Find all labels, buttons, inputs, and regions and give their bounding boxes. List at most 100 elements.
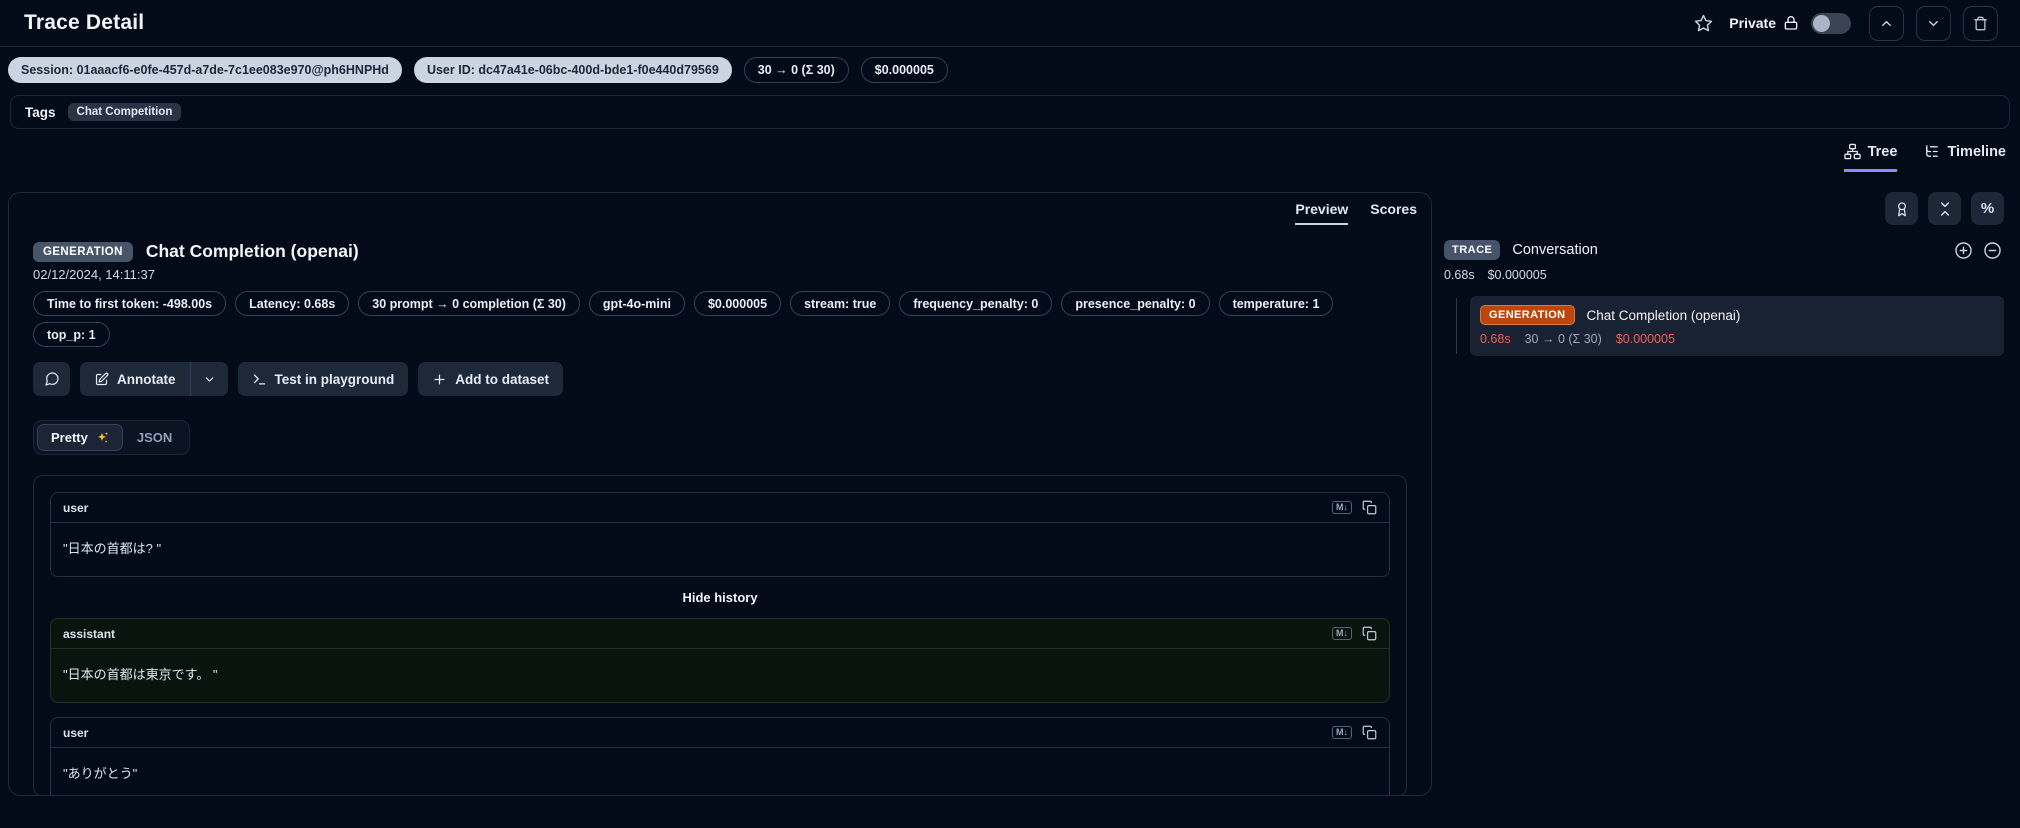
generation-latency: 0.68s — [1480, 332, 1511, 346]
trace-name: Conversation — [1512, 242, 1598, 258]
add-to-dataset-button[interactable]: Add to dataset — [418, 362, 564, 396]
markdown-icon[interactable]: M↓ — [1332, 627, 1352, 640]
annotate-label: Annotate — [117, 371, 176, 387]
minus-circle-icon — [1984, 241, 2001, 259]
page-title: Trace Detail — [24, 11, 145, 34]
copy-icon[interactable] — [1362, 626, 1377, 641]
message-header: user M↓ — [51, 493, 1389, 523]
observation-badges-row-1: Time to first token: -498.00s Latency: 0… — [33, 291, 1407, 316]
generation-cost: $0.000005 — [1615, 332, 1675, 346]
toggle-knob — [1813, 14, 1830, 32]
tab-scores[interactable]: Scores — [1370, 201, 1417, 225]
toggle-metrics-button[interactable]: % — [1971, 192, 2004, 225]
annotate-dropdown-button[interactable] — [190, 362, 228, 396]
hide-history-button[interactable]: Hide history — [50, 590, 1390, 605]
top-p-badge: top_p: 1 — [33, 322, 110, 347]
markdown-icon[interactable]: M↓ — [1332, 501, 1352, 514]
generation-node[interactable]: GENERATION Chat Completion (openai) 0.68… — [1470, 296, 2004, 356]
user-id-badge[interactable]: User ID: dc47a41e-06bc-400d-bde1-f0e440d… — [413, 57, 732, 83]
observation-timestamp: 02/12/2024, 14:11:37 — [33, 267, 155, 282]
model-badge[interactable]: gpt-4o-mini — [588, 291, 685, 316]
tags-label: Tags — [25, 104, 56, 120]
sparkles-icon — [97, 431, 108, 443]
observation-type-badge: GENERATION — [33, 241, 133, 262]
tab-tree-label: Tree — [1867, 143, 1898, 160]
lock-icon — [1784, 16, 1798, 30]
tree-toolbar: % — [1444, 192, 2004, 225]
cost-badge: $0.000005 — [693, 291, 782, 316]
session-badge[interactable]: Session: 01aaacf6-e0fe-457d-a7de-7c1ee08… — [8, 57, 402, 83]
message-role: user — [63, 500, 89, 515]
actions-row: Annotate Test in playground Add to datas… — [33, 362, 1407, 396]
latency-badge: Latency: 0.68s — [235, 291, 350, 316]
tag-chat-competition[interactable]: Chat Competition — [67, 103, 182, 121]
tab-timeline[interactable]: Timeline — [1923, 143, 2006, 172]
expand-all-button[interactable] — [1954, 241, 1973, 260]
trace-cost: $0.000005 — [1487, 268, 1547, 282]
collapse-vertical-icon — [1940, 201, 1949, 216]
trace-root-row[interactable]: TRACE Conversation — [1444, 240, 2004, 260]
previous-trace-button[interactable] — [1869, 5, 1904, 41]
award-icon — [1897, 201, 1906, 216]
timeline-icon — [1926, 145, 1939, 157]
plus-circle-icon — [1955, 241, 1972, 259]
annotate-button[interactable]: Annotate — [80, 362, 190, 396]
message-header: user M↓ — [51, 718, 1389, 748]
chevron-down-icon — [1929, 20, 1938, 26]
chevron-down-icon — [205, 376, 213, 382]
collapse-all-button[interactable] — [1928, 192, 1961, 225]
json-label: JSON — [136, 430, 173, 445]
presence-penalty-badge: presence_penalty: 0 — [1061, 291, 1210, 316]
message-assistant: assistant M↓ "日本の首都は東京です。 " — [50, 618, 1390, 703]
playground-label: Test in playground — [274, 371, 395, 387]
trace-latency: 0.68s — [1444, 268, 1475, 282]
format-json-tab[interactable]: JSON — [123, 424, 186, 451]
copy-icon[interactable] — [1362, 725, 1377, 740]
public-sharing-toggle[interactable] — [1811, 12, 1851, 34]
tab-preview[interactable]: Preview — [1295, 201, 1349, 225]
message-role: assistant — [63, 626, 116, 641]
top-bar: Trace Detail Private — [0, 0, 2020, 46]
collapse-node-button[interactable] — [1983, 241, 2002, 260]
next-trace-button[interactable] — [1916, 5, 1951, 41]
observation-header: GENERATION Chat Completion (openai) — [33, 241, 1407, 262]
time-to-first-token-badge: Time to first token: -498.00s — [33, 291, 227, 316]
test-in-playground-button[interactable]: Test in playground — [237, 362, 409, 396]
generation-metrics: 0.68s 30 → 0 (Σ 30) $0.000005 — [1480, 332, 1994, 346]
star-icon — [1695, 14, 1713, 31]
chevron-up-icon — [1882, 20, 1891, 26]
message-header: assistant M↓ — [51, 619, 1389, 649]
messages-card: user M↓ "日本の首都は? " Hide history assistan… — [33, 475, 1407, 795]
tree-icon — [1843, 143, 1861, 160]
observation-title: Chat Completion (openai) — [145, 241, 359, 261]
tree-guide-line — [1456, 298, 1457, 354]
generation-type-badge: GENERATION — [1480, 305, 1575, 325]
delete-trace-button[interactable] — [1963, 5, 1998, 41]
markdown-icon[interactable]: M↓ — [1332, 726, 1352, 739]
meta-badges-row: Session: 01aaacf6-e0fe-457d-a7de-7c1ee08… — [0, 47, 2020, 91]
pretty-label: Pretty — [51, 430, 88, 445]
trace-metrics: 0.68s $0.000005 — [1444, 268, 2004, 282]
copy-icon[interactable] — [1362, 500, 1377, 515]
tab-tree[interactable]: Tree — [1843, 143, 1898, 172]
format-pretty-tab[interactable]: Pretty — [37, 424, 123, 451]
private-label: Private — [1729, 15, 1776, 31]
trace-tree-sidebar: % TRACE Conversation 0.68s $0.000005 GEN… — [1444, 192, 2004, 356]
annotate-split-button: Annotate — [80, 362, 228, 396]
stream-param-badge: stream: true — [790, 291, 891, 316]
toggle-scores-button[interactable] — [1885, 192, 1918, 225]
message-role: user — [63, 725, 89, 740]
generation-tokens: 30 → 0 (Σ 30) — [1524, 332, 1602, 346]
trash-icon — [1974, 16, 1987, 30]
view-tabs: Tree Timeline — [0, 129, 2020, 172]
bookmark-star-button[interactable] — [1690, 10, 1717, 37]
format-toggle: Pretty JSON — [33, 420, 191, 455]
observation-panel: Preview Scores GENERATION Chat Completio… — [8, 192, 1432, 796]
observation-badges-row-2: top_p: 1 — [33, 322, 1407, 347]
total-cost-badge: $0.000005 — [860, 57, 948, 83]
token-breakdown-badge: 30 prompt → 0 completion (Σ 30) — [358, 291, 580, 316]
percent-icon: % — [1980, 200, 1995, 217]
message-user-2: user M↓ "ありがとう" — [50, 717, 1390, 795]
comment-button[interactable] — [33, 362, 70, 396]
visibility-status: Private — [1729, 15, 1799, 31]
